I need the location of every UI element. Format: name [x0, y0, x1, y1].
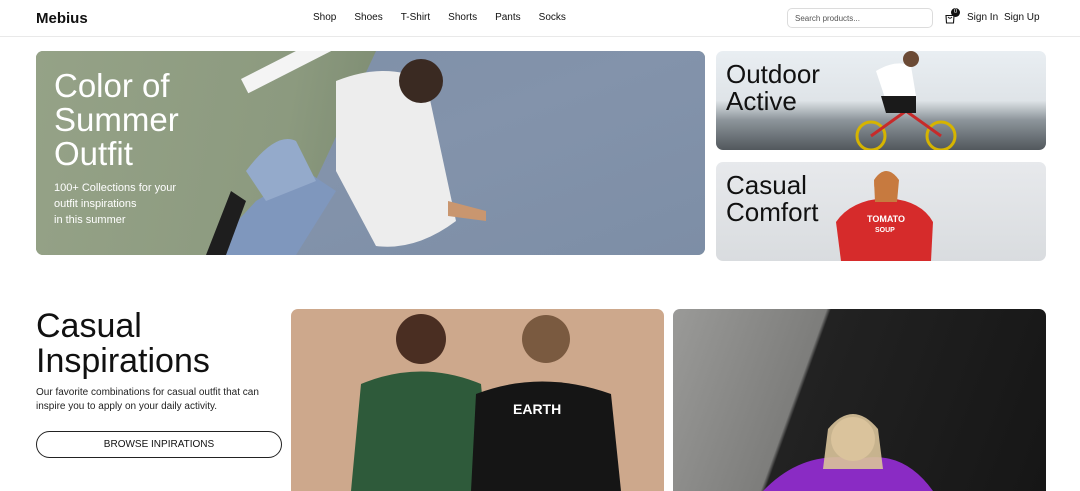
- two-models-photo: EARTH: [351, 314, 621, 491]
- hero-subtitle-line: 100+ Collections for your: [54, 182, 176, 194]
- card-title-line: Outdoor: [726, 59, 820, 89]
- nav-socks[interactable]: Socks: [539, 12, 566, 23]
- hero-title-line: Color of: [54, 67, 170, 104]
- sign-in-link[interactable]: Sign In: [967, 12, 998, 23]
- sign-up-link[interactable]: Sign Up: [1004, 12, 1040, 23]
- card-title-line: Casual: [726, 170, 807, 200]
- nav-shorts[interactable]: Shorts: [448, 12, 477, 23]
- purple-jacket-model-photo: [763, 414, 933, 491]
- nav-pants[interactable]: Pants: [495, 12, 521, 23]
- card-title-line: Comfort: [726, 197, 819, 227]
- inspirations-description: Our favorite combinations for casual out…: [36, 387, 259, 412]
- svg-text:TOMATO: TOMATO: [867, 214, 905, 224]
- casual-comfort-card[interactable]: TOMATO SOUP Casual Comfort: [716, 162, 1046, 261]
- hero-subtitle-line: in this summer: [54, 214, 126, 226]
- svg-text:SOUP: SOUP: [875, 227, 895, 234]
- red-sweater-photo: TOMATO SOUP: [836, 171, 933, 261]
- casual-comfort-title: Casual Comfort: [726, 172, 818, 226]
- hero-banner[interactable]: Color of Summer Outfit 100+ Collections …: [36, 51, 705, 255]
- nav-t-shirt[interactable]: T-Shirt: [401, 12, 430, 23]
- inspirations-title: Casual Inspirations: [36, 309, 210, 379]
- inspirations-title-line: Casual: [36, 307, 142, 345]
- hero-subtitle: 100+ Collections for your outfit inspira…: [54, 180, 194, 228]
- cart-count-badge: 0: [951, 8, 960, 17]
- inspiration-photo-1[interactable]: EARTH: [291, 309, 664, 491]
- search-input[interactable]: [787, 8, 933, 28]
- logo[interactable]: Mebius: [36, 10, 88, 27]
- main-nav: Shop Shoes T-Shirt Shorts Pants Socks: [313, 12, 584, 23]
- browse-inspirations-button[interactable]: BROWSE INPIRATIONS: [36, 431, 282, 458]
- outdoor-active-title: Outdoor Active: [726, 61, 820, 115]
- svg-text:EARTH: EARTH: [513, 401, 561, 417]
- inspirations-title-line: Inspirations: [36, 342, 210, 380]
- hero-subtitle-line: outfit inspirations: [54, 198, 137, 210]
- site-header: Mebius Shop Shoes T-Shirt Shorts Pants S…: [0, 0, 1080, 37]
- outdoor-active-card[interactable]: Outdoor Active: [716, 51, 1046, 150]
- nav-shop[interactable]: Shop: [313, 12, 336, 23]
- cyclist-photo: [855, 51, 957, 150]
- inspiration-photo-2[interactable]: [673, 309, 1046, 491]
- hero-title-line: Summer: [54, 101, 179, 138]
- hero-title-line: Outfit: [54, 135, 133, 172]
- hero-title: Color of Summer Outfit: [54, 69, 179, 171]
- nav-shoes[interactable]: Shoes: [354, 12, 382, 23]
- card-title-line: Active: [726, 86, 797, 116]
- model-photo: [206, 59, 486, 255]
